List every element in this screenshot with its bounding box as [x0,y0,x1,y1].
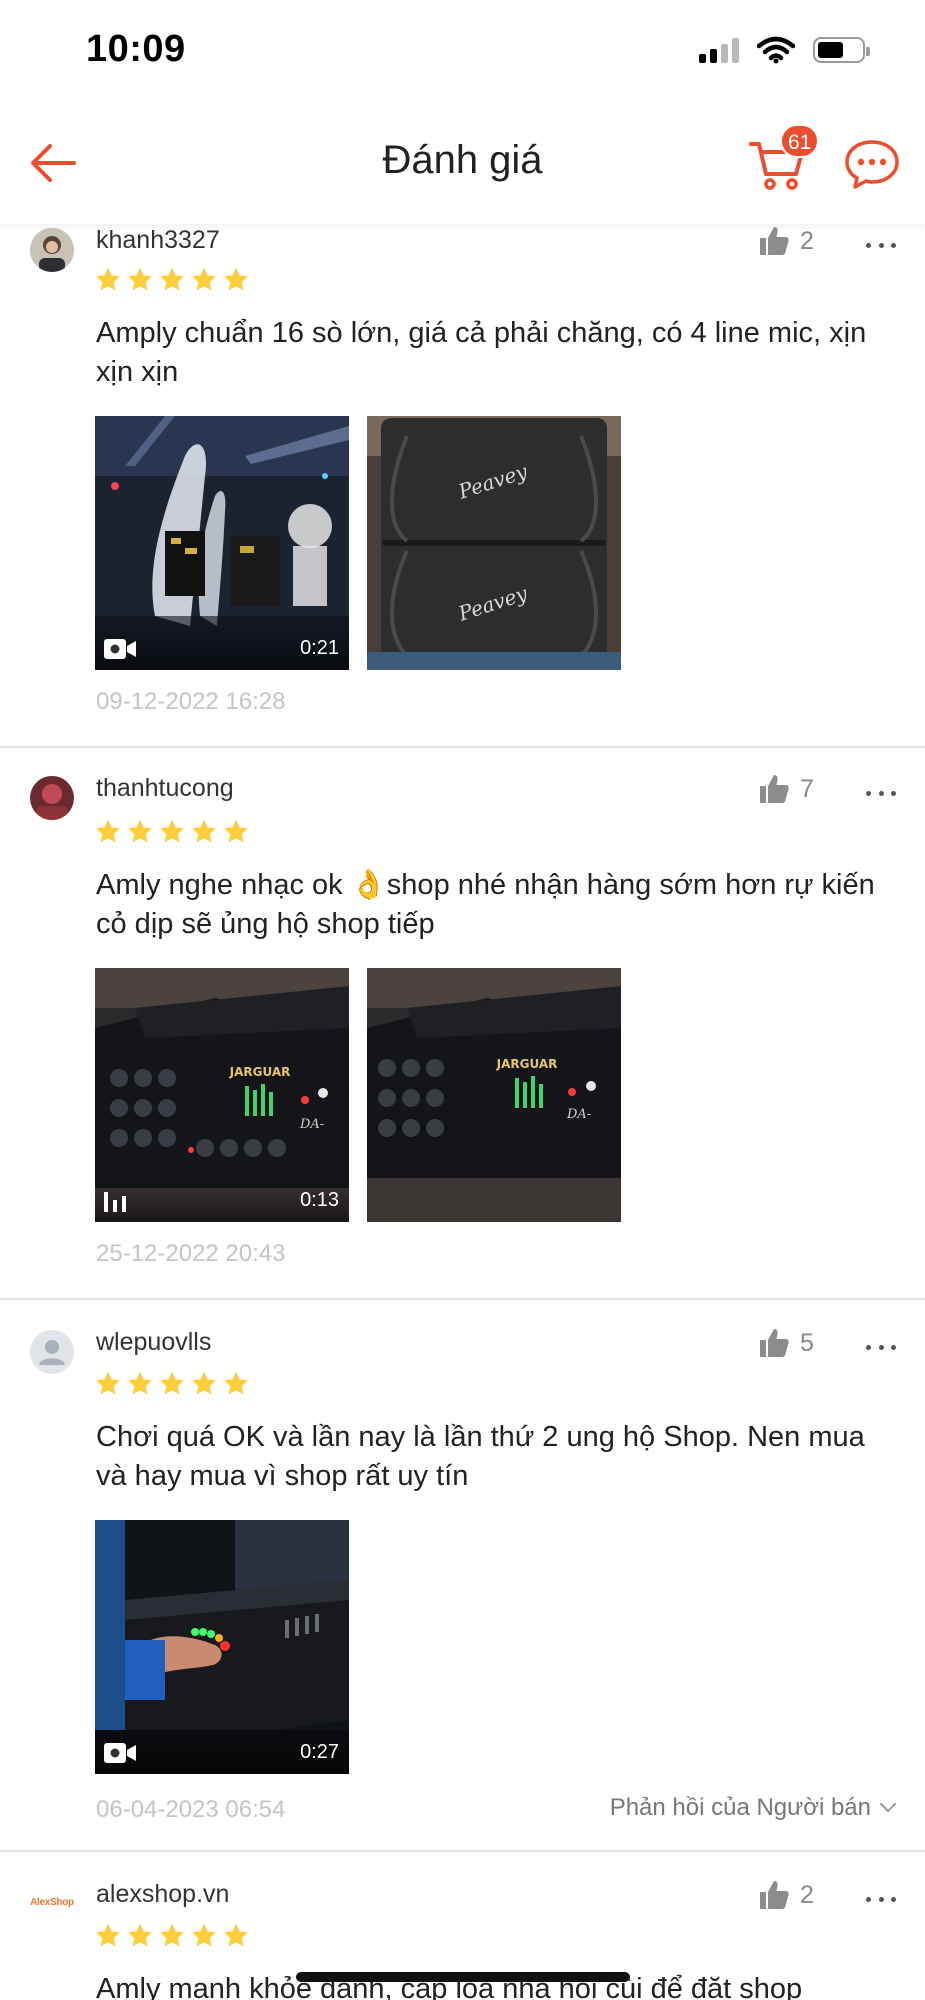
review-text: Chơi quá OK và lần nay là lần thứ 2 ung … [96,1421,865,1492]
star-icon [127,819,153,843]
review-image-thumbnail[interactable]: Peavey Peavey [367,416,621,670]
like-count: 2 [800,226,814,255]
avatar[interactable] [30,228,74,272]
thumbs-up-icon [760,1881,789,1909]
top-app-bar: Đánh giá [0,100,925,224]
more-options-button[interactable] [866,788,896,798]
wifi-icon [757,36,795,64]
review-video-thumbnail[interactable]: JARGUAR DA- 0:13 [95,968,349,1222]
reviewer-name[interactable]: alexshop.vn [96,1880,229,1909]
video-camera-icon [104,639,136,659]
video-duration: 0:27 [300,1741,339,1763]
star-icon [191,1923,217,1947]
star-icon [223,1923,249,1947]
video-camera-icon [104,1743,136,1763]
star-icon [95,819,121,843]
star-rating [94,1922,250,1950]
svg-text:JARGUAR: JARGUAR [496,1057,558,1071]
like-button[interactable]: 2 [758,226,814,256]
star-icon [95,1923,121,1947]
star-icon [127,267,153,291]
star-icon [159,267,185,291]
review-item: khanh3327 2 Amply chuẩn 16 sò lớn, giá c… [0,224,925,748]
avatar-brand-text: AlexShop [30,1896,74,1908]
battery-icon [813,37,870,63]
avatar[interactable]: AlexShop [30,1880,74,1924]
more-options-button[interactable] [866,1342,896,1352]
more-options-button[interactable] [866,240,896,250]
chat-icon[interactable] [844,138,900,190]
star-rating [94,818,250,846]
thumbs-up-icon [760,1329,789,1357]
status-bar: 10:09 [0,0,925,100]
like-count: 5 [800,1328,814,1357]
svg-text:JARGUAR: JARGUAR [229,1065,291,1079]
review-date: 06-04-2023 06:54 [96,1796,286,1823]
reviewer-name[interactable]: thanhtucong [96,774,234,803]
cart-count-badge: 61 [780,124,820,158]
star-icon [191,267,217,291]
star-icon [127,1371,153,1395]
avatar[interactable] [30,1330,74,1374]
star-rating [94,1370,250,1398]
thumbs-up-icon [760,227,789,255]
star-icon [159,1371,185,1395]
seller-reply-label: Phản hồi của Người bán [609,1794,871,1821]
star-icon [191,819,217,843]
review-video-thumbnail[interactable]: 0:21 [95,416,349,670]
star-rating [94,266,250,294]
star-icon [95,267,121,291]
review-item: wlepuovlls 5 Chơi quá OK và lần nay là l… [0,1300,925,1852]
status-icons [699,36,870,64]
star-icon [223,267,249,291]
like-button[interactable]: 5 [758,1328,814,1358]
review-date: 09-12-2022 16:28 [96,688,286,715]
svg-text:DA-: DA- [566,1107,591,1122]
like-button[interactable]: 2 [758,1880,814,1910]
avatar[interactable] [30,776,74,820]
more-options-button[interactable] [866,1894,896,1904]
star-icon [223,819,249,843]
cellular-signal-icon [699,37,739,63]
review-item: thanhtucong 7 Amly nghe nhạc ok 👌shop nh… [0,748,925,1300]
reviewer-name[interactable]: khanh3327 [96,226,220,255]
reviewer-name[interactable]: wlepuovlls [96,1328,211,1357]
like-button[interactable]: 7 [758,774,814,804]
review-text: Amply chuẩn 16 sò lớn, giá cả phải chăng… [96,317,867,388]
star-icon [159,1923,185,1947]
star-icon [191,1371,217,1395]
review-date: 25-12-2022 20:43 [96,1240,286,1267]
star-icon [223,1371,249,1395]
star-icon [127,1923,153,1947]
like-count: 2 [800,1880,814,1909]
thumbs-up-icon [760,775,789,803]
video-duration: 0:21 [300,637,339,659]
review-text: Amly nghe nhạc ok 👌shop nhé nhận hàng sớ… [96,869,875,940]
star-icon [159,819,185,843]
home-indicator[interactable] [296,1972,630,1982]
video-duration: 0:13 [300,1189,339,1211]
audio-level-icon [104,1192,126,1212]
chevron-down-icon [880,1803,896,1812]
svg-text:DA-: DA- [299,1117,324,1132]
star-icon [95,1371,121,1395]
like-count: 7 [800,774,814,803]
status-time: 10:09 [86,28,186,70]
seller-reply-toggle[interactable]: Phản hồi của Người bán [610,1794,897,1822]
review-image-thumbnail[interactable]: JARGUAR DA- [367,968,621,1222]
review-video-thumbnail[interactable]: 0:27 [95,1520,349,1774]
